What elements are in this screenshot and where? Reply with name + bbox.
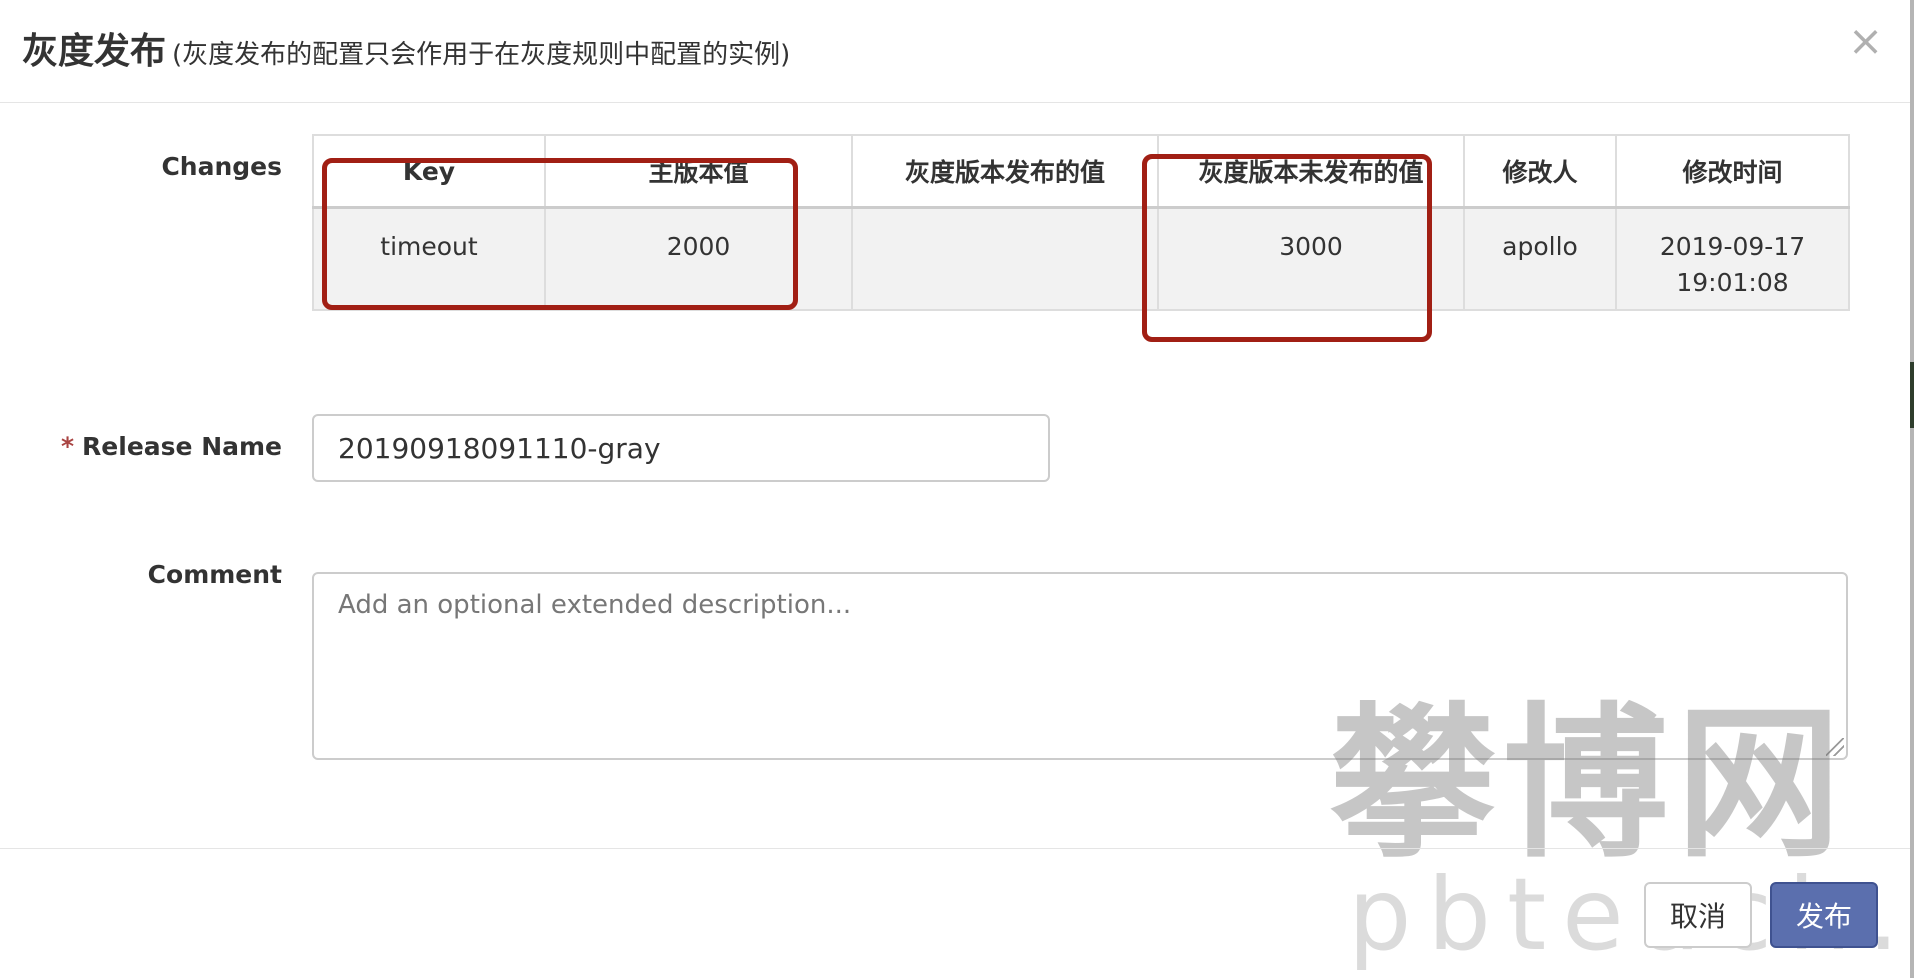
publish-button[interactable]: 发布 bbox=[1770, 882, 1878, 948]
header-modified-time: 修改时间 bbox=[1615, 134, 1850, 209]
page-scrollbar[interactable] bbox=[1910, 0, 1914, 978]
modal-subtitle: (灰度发布的配置只会作用于在灰度规则中配置的实例) bbox=[172, 40, 791, 70]
resize-handle-icon[interactable] bbox=[1826, 738, 1844, 756]
highlight-box-key-master bbox=[322, 158, 798, 310]
modal-title-text: 灰度发布 bbox=[22, 31, 167, 72]
scrollbar-thumb[interactable] bbox=[1910, 362, 1914, 428]
cell-gray-published-value bbox=[851, 206, 1159, 311]
cell-modified-time: 2019-09-17 19:01:08 bbox=[1615, 206, 1850, 311]
header-modifier: 修改人 bbox=[1463, 134, 1617, 209]
close-icon[interactable]: × bbox=[1848, 20, 1883, 62]
changes-label: Changes bbox=[161, 152, 282, 181]
release-name-input[interactable] bbox=[312, 414, 1050, 482]
release-name-label: * Release Name bbox=[22, 432, 282, 461]
header-gray-published-value: 灰度版本发布的值 bbox=[851, 134, 1159, 209]
cancel-button[interactable]: 取消 bbox=[1644, 882, 1752, 948]
modal-header: 灰度发布 (灰度发布的配置只会作用于在灰度规则中配置的实例) × bbox=[0, 0, 1910, 103]
modal-title: 灰度发布 (灰度发布的配置只会作用于在灰度规则中配置的实例) bbox=[22, 22, 790, 74]
comment-textarea[interactable] bbox=[312, 572, 1848, 760]
required-mark: * bbox=[60, 432, 75, 461]
comment-label: Comment bbox=[147, 560, 282, 589]
highlight-box-gray-unpublished bbox=[1142, 154, 1432, 342]
footer-divider bbox=[0, 848, 1910, 849]
cell-modifier: apollo bbox=[1463, 206, 1617, 311]
release-name-label-text: Release Name bbox=[82, 432, 282, 461]
